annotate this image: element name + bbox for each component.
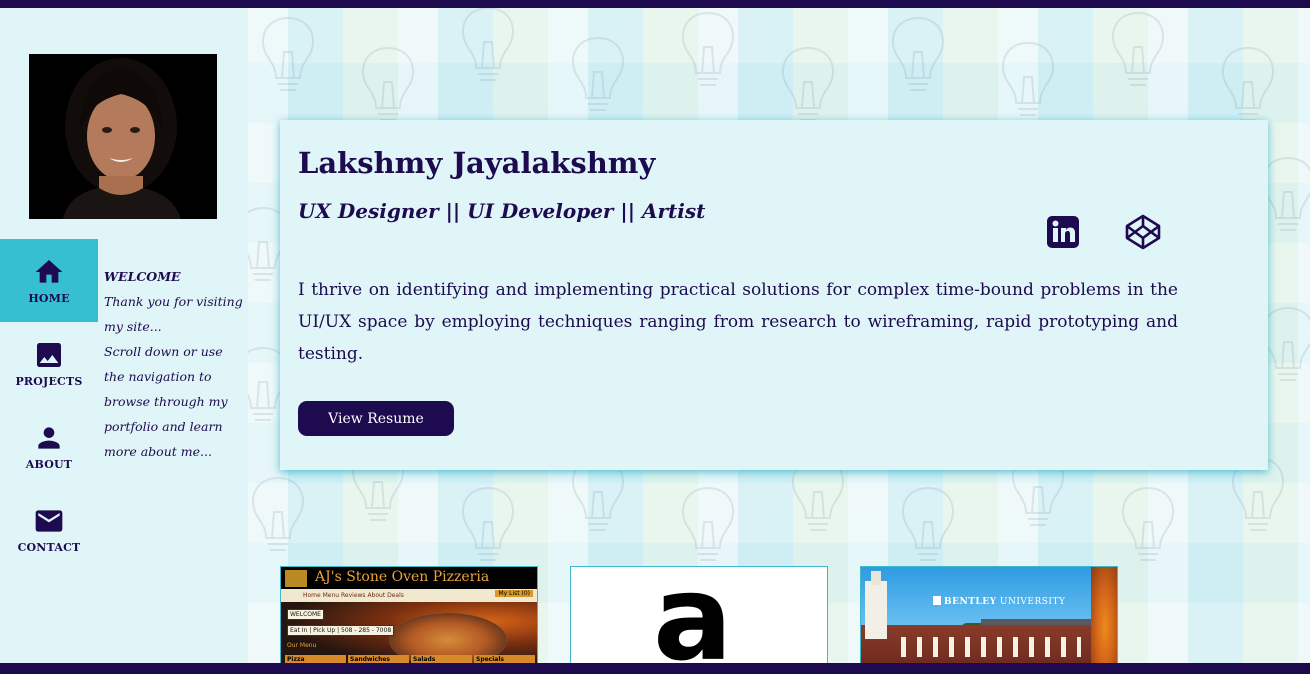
person-icon [38, 427, 60, 449]
pizza-menu-label: Our Menu [287, 642, 317, 649]
nav-contact-label: CONTACT [17, 541, 81, 554]
avatar [29, 54, 217, 219]
project-thumb-bentley[interactable]: BENTLEY UNIVERSITY [860, 566, 1118, 663]
profile-tagline: UX Designer || UI Developer || Artist [298, 199, 706, 223]
sidebar: HOME PROJECTS ABOUT CONTACT WELCOME Than… [0, 8, 248, 663]
bentley-brand: BENTLEY UNIVERSITY [933, 596, 1065, 607]
nav-contact[interactable]: CONTACT [0, 488, 98, 571]
main-navigation: HOME PROJECTS ABOUT CONTACT [0, 239, 98, 571]
pizza-header: AJ's Stone Oven Pizzeria [281, 567, 537, 589]
project-thumb-amazon[interactable]: a [570, 566, 828, 663]
pizza-tabs: Pizza Sandwiches Salads Specials [285, 655, 535, 663]
linkedin-link[interactable] [1045, 214, 1081, 250]
pizza-nav-links: Home Menu Reviews About Deals [303, 592, 404, 599]
pizza-tab: Sandwiches [348, 655, 409, 663]
bentley-autumn-tree [1091, 567, 1117, 663]
image-icon [37, 343, 61, 367]
pizza-nav: Home Menu Reviews About Deals My List (0… [281, 589, 537, 602]
profile-photo [29, 54, 217, 219]
profile-name: Lakshmy Jayalakshmy [298, 146, 656, 180]
top-border [0, 0, 1310, 8]
linkedin-icon [1047, 216, 1079, 248]
bentley-windows [901, 637, 1081, 657]
codepen-icon [1125, 214, 1161, 250]
pizza-tab: Pizza [285, 655, 346, 663]
codepen-link[interactable] [1125, 214, 1161, 250]
pizza-welcome: WELCOME [287, 609, 324, 620]
intro-card: Lakshmy Jayalakshmy UX Designer || UI De… [280, 120, 1268, 470]
pizza-order: Eat In | Pick Up | 508 - 285 - 7008 [287, 625, 395, 636]
profile-bio: I thrive on identifying and implementing… [298, 280, 1178, 364]
nav-about-label: ABOUT [25, 458, 73, 471]
bentley-tower-top [871, 571, 881, 585]
view-resume-button[interactable]: View Resume [298, 401, 454, 436]
nav-projects[interactable]: PROJECTS [0, 322, 98, 405]
pizza-logo [285, 570, 307, 587]
welcome-message: WELCOME Thank you for visiting my site..… [104, 264, 244, 464]
welcome-line-1: Thank you for visiting my site... [104, 294, 243, 334]
nav-home[interactable]: HOME [0, 239, 98, 322]
project-thumb-pizzeria[interactable]: AJ's Stone Oven Pizzeria Home Menu Revie… [280, 566, 538, 663]
shield-icon [933, 596, 941, 605]
home-icon [35, 260, 63, 283]
amazon-logo: a [653, 566, 733, 663]
bentley-tower [865, 581, 887, 639]
bentley-name: BENTLEY [944, 597, 997, 607]
main-content: Lakshmy Jayalakshmy UX Designer || UI De… [248, 8, 1310, 663]
bentley-suffix: UNIVERSITY [999, 597, 1066, 607]
nav-about[interactable]: ABOUT [0, 405, 98, 488]
nav-home-label: HOME [28, 292, 70, 305]
bottom-border [0, 663, 1310, 674]
nav-projects-label: PROJECTS [15, 375, 83, 388]
pizza-cart: My List (0) [495, 590, 533, 597]
pizza-tab: Specials [474, 655, 535, 663]
welcome-line-2: Scroll down or use the navigation to bro… [104, 344, 228, 459]
pizza-title: AJ's Stone Oven Pizzeria [315, 569, 490, 585]
pizza-tab: Salads [411, 655, 472, 663]
mail-icon [35, 510, 63, 532]
welcome-title: WELCOME [104, 269, 181, 284]
